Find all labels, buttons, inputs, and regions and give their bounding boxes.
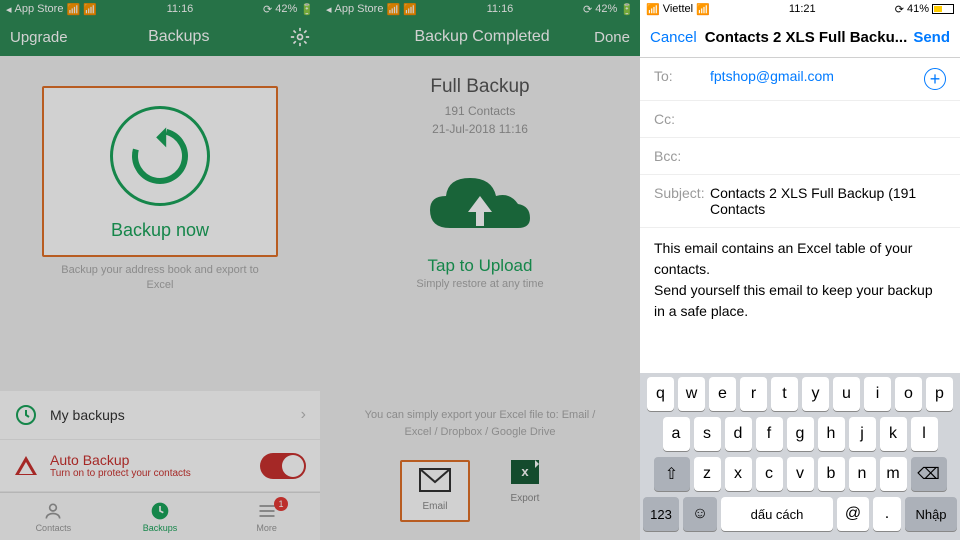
screen-backup-completed: ◂App Store📶📶 11:16 ⟳42%🔋 Backup Complete… (320, 0, 640, 540)
key-emoji[interactable]: ☺ (683, 497, 717, 531)
key-w[interactable]: w (678, 377, 705, 411)
upgrade-button[interactable]: Upgrade (10, 29, 68, 46)
key-a[interactable]: a (663, 417, 690, 451)
backup-subtitle: Backup your address book and export to E… (0, 263, 320, 294)
export-button[interactable]: x Export (490, 460, 560, 522)
envelope-icon (419, 468, 451, 492)
status-bar: ◂App Store📶📶 11:16 ⟳42%🔋 (0, 0, 320, 18)
key-q[interactable]: q (647, 377, 674, 411)
chevron-right-icon: › (301, 406, 306, 424)
cancel-button[interactable]: Cancel (650, 29, 697, 46)
key-x[interactable]: x (725, 457, 752, 491)
status-bar: ◂App Store📶📶 11:16 ⟳42%🔋 (320, 0, 640, 18)
warning-icon (14, 454, 38, 478)
key-m[interactable]: m (880, 457, 907, 491)
key-i[interactable]: i (864, 377, 891, 411)
export-instructions: You can simply export your Excel file to… (320, 407, 640, 440)
key-dot[interactable]: . (873, 497, 901, 531)
excel-icon: x (511, 460, 539, 484)
backup-now-card[interactable]: Backup now (42, 86, 278, 257)
badge: 1 (274, 497, 288, 511)
key-g[interactable]: g (787, 417, 814, 451)
key-backspace[interactable]: ⌫ (911, 457, 947, 491)
key-u[interactable]: u (833, 377, 860, 411)
key-p[interactable]: p (926, 377, 953, 411)
key-t[interactable]: t (771, 377, 798, 411)
key-o[interactable]: o (895, 377, 922, 411)
key-c[interactable]: c (756, 457, 783, 491)
email-export-button[interactable]: Email (400, 460, 470, 522)
send-button[interactable]: Send (913, 29, 950, 46)
key-enter[interactable]: Nhập (905, 497, 957, 531)
nav-bar: Cancel Contacts 2 XLS Full Backu... Send (640, 18, 960, 58)
clock-icon (150, 501, 170, 521)
backup-ring-icon (110, 106, 210, 206)
auto-backup-row[interactable]: Auto Backup Turn on to protect your cont… (0, 440, 320, 492)
cloud-upload-icon[interactable] (420, 168, 540, 248)
tab-contacts[interactable]: Contacts (0, 493, 107, 540)
subject-field[interactable]: Subject: Contacts 2 XLS Full Backup (191… (640, 175, 960, 228)
compose-title: Contacts 2 XLS Full Backu... (705, 29, 914, 46)
email-body[interactable]: This email contains an Excel table of yo… (640, 228, 960, 332)
nav-bar: Upgrade Backups (0, 18, 320, 56)
tap-to-upload-label: Tap to Upload (320, 256, 640, 276)
add-contact-icon[interactable]: + (924, 68, 946, 90)
key-f[interactable]: f (756, 417, 783, 451)
backup-now-label: Backup now (44, 220, 276, 241)
key-d[interactable]: d (725, 417, 752, 451)
bcc-field[interactable]: Bcc: (640, 138, 960, 175)
key-k[interactable]: k (880, 417, 907, 451)
key-s[interactable]: s (694, 417, 721, 451)
key-e[interactable]: e (709, 377, 736, 411)
key-n[interactable]: n (849, 457, 876, 491)
tab-more[interactable]: 1 More (213, 493, 320, 540)
nav-bar: Backup Completed Done (320, 18, 640, 56)
to-field[interactable]: To: fptshop@gmail.com + (640, 58, 960, 101)
key-r[interactable]: r (740, 377, 767, 411)
key-space[interactable]: dấu cách (721, 497, 833, 531)
key-123[interactable]: 123 (643, 497, 679, 531)
screen-backups: ◂App Store📶📶 11:16 ⟳42%🔋 Upgrade Backups… (0, 0, 320, 540)
keyboard: qwertyuiop asdfghjkl ⇧ zxcvbnm ⌫ 123 ☺ d… (640, 373, 960, 540)
cc-field[interactable]: Cc: (640, 101, 960, 138)
status-bar: 📶Viettel📶 11:21 ⟳41% (640, 0, 960, 18)
key-l[interactable]: l (911, 417, 938, 451)
page-title: Backups (148, 28, 209, 46)
auto-backup-toggle[interactable] (260, 453, 306, 479)
key-h[interactable]: h (818, 417, 845, 451)
gear-icon[interactable] (290, 27, 310, 47)
key-b[interactable]: b (818, 457, 845, 491)
key-z[interactable]: z (694, 457, 721, 491)
key-v[interactable]: v (787, 457, 814, 491)
screen-compose-email: 📶Viettel📶 11:21 ⟳41% Cancel Contacts 2 X… (640, 0, 960, 540)
tab-backups[interactable]: Backups (107, 493, 214, 540)
key-at[interactable]: @ (837, 497, 869, 531)
full-backup-title: Full Backup (320, 76, 640, 98)
person-icon (43, 501, 63, 521)
tab-bar: Contacts Backups 1 More (0, 492, 320, 540)
key-j[interactable]: j (849, 417, 876, 451)
page-title: Backup Completed (414, 28, 549, 46)
done-button[interactable]: Done (594, 29, 630, 46)
my-backups-row[interactable]: My backups › (0, 391, 320, 440)
history-icon (14, 403, 38, 427)
key-y[interactable]: y (802, 377, 829, 411)
key-shift[interactable]: ⇧ (654, 457, 690, 491)
